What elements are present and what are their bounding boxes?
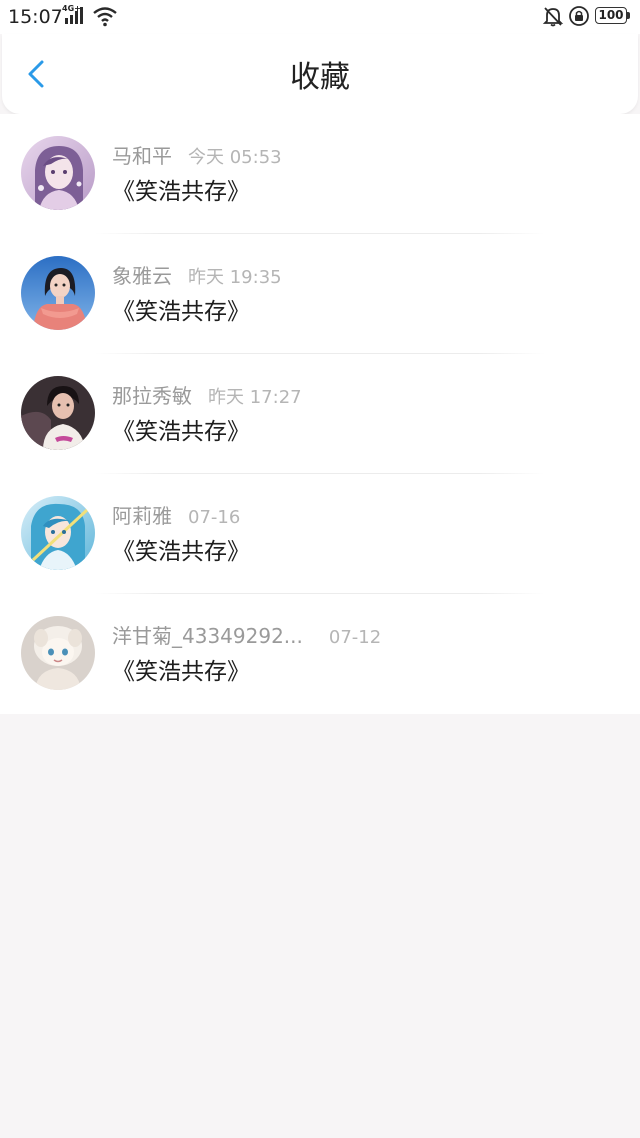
header-bar: 收藏: [2, 34, 638, 114]
favorite-content[interactable]: 《笑浩共存》: [112, 296, 250, 328]
username[interactable]: 那拉秀敏: [112, 384, 192, 408]
favorite-content[interactable]: 《笑浩共存》: [112, 416, 250, 448]
battery-tip: [627, 12, 630, 19]
avatar[interactable]: [21, 376, 95, 450]
cellular-signal-icon: 4G+: [62, 4, 88, 26]
favorite-item[interactable]: 阿莉雅 07-16 《笑浩共存》: [0, 474, 640, 594]
avatar[interactable]: [21, 496, 95, 570]
timestamp: 07-12: [328, 627, 382, 648]
battery-icon: 100: [595, 7, 627, 24]
item-meta: 洋甘菊_43349292... 07-12: [112, 623, 381, 649]
avatar[interactable]: [21, 616, 95, 690]
status-bar: 15:07 4G+ 100: [0, 0, 640, 34]
avatar-man-photo-image: [21, 376, 95, 450]
timestamp: 07-16: [188, 507, 241, 528]
avatar-girl-photo-image: [21, 256, 95, 330]
avatar-plush-doll-image: [21, 616, 95, 690]
rotation-lock-icon: [568, 5, 590, 31]
wifi-icon: [92, 5, 118, 31]
item-meta: 马和平 今天 05:53: [112, 143, 282, 169]
avatar-anime-girl-image: [21, 136, 95, 210]
timestamp: 昨天 17:27: [208, 387, 302, 408]
favorite-content[interactable]: 《笑浩共存》: [112, 656, 250, 688]
username[interactable]: 马和平: [112, 144, 172, 168]
item-meta: 象雅云 昨天 19:35: [112, 263, 282, 289]
favorite-item[interactable]: 马和平 今天 05:53 《笑浩共存》: [0, 114, 640, 234]
status-time: 15:07: [8, 6, 63, 28]
bell-muted-icon: [542, 5, 564, 31]
favorites-list: 马和平 今天 05:53 《笑浩共存》 象雅云 昨天 19:35 《笑浩共存》 …: [0, 114, 640, 714]
favorite-content[interactable]: 《笑浩共存》: [112, 536, 250, 568]
favorite-item[interactable]: 象雅云 昨天 19:35 《笑浩共存》: [0, 234, 640, 354]
favorite-item[interactable]: 洋甘菊_43349292... 07-12 《笑浩共存》: [0, 594, 640, 714]
page-title: 收藏: [290, 60, 350, 95]
timestamp: 昨天 19:35: [188, 267, 282, 288]
username[interactable]: 洋甘菊_43349292...: [112, 624, 303, 648]
item-meta: 那拉秀敏 昨天 17:27: [112, 383, 302, 409]
favorite-item[interactable]: 那拉秀敏 昨天 17:27 《笑浩共存》: [0, 354, 640, 474]
username[interactable]: 象雅云: [112, 264, 172, 288]
favorite-content[interactable]: 《笑浩共存》: [112, 176, 250, 208]
timestamp: 今天 05:53: [188, 147, 282, 168]
avatar[interactable]: [21, 256, 95, 330]
username[interactable]: 阿莉雅: [112, 504, 172, 528]
avatar-anime-blue-image: [21, 496, 95, 570]
item-meta: 阿莉雅 07-16: [112, 503, 240, 529]
avatar[interactable]: [21, 136, 95, 210]
